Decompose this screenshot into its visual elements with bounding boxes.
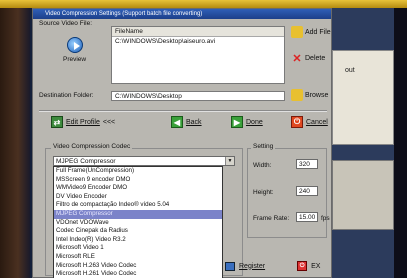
background-window-label: out bbox=[345, 67, 355, 74]
setting-group-title: Setting bbox=[251, 143, 276, 150]
video-compression-dialog: Video Compression Settings (Support batc… bbox=[32, 8, 332, 278]
height-label: Height: bbox=[253, 189, 274, 196]
footer-bar: Register ⏻ EX bbox=[225, 261, 320, 271]
codec-option[interactable]: MJPEG Compressor bbox=[54, 209, 222, 219]
back-label: Back bbox=[186, 118, 202, 126]
codec-option[interactable]: Microsoft H.261 Video Codec bbox=[54, 270, 222, 278]
frame-rate-unit: fps bbox=[321, 215, 330, 222]
source-video-label: Source Video File: bbox=[39, 20, 92, 27]
exit-icon[interactable]: ⏻ bbox=[297, 261, 308, 271]
source-file-list[interactable]: FileName C:\WINDOWS\Desktop\aiseuro.avi bbox=[111, 26, 285, 84]
codec-option[interactable]: VDOnet VDOWave bbox=[54, 219, 222, 228]
preview-label[interactable]: Preview bbox=[63, 56, 86, 63]
width-field[interactable]: 320 bbox=[296, 159, 318, 169]
delete-button[interactable]: ✕ Delete bbox=[291, 52, 325, 65]
add-file-button[interactable]: Add File bbox=[291, 26, 331, 38]
add-file-label: Add File bbox=[305, 28, 331, 36]
codec-option[interactable]: Codec Cinepak da Radius bbox=[54, 227, 222, 236]
browse-button[interactable]: Browse bbox=[291, 89, 328, 101]
window-title: Video Compression Settings (Support batc… bbox=[33, 9, 331, 19]
codec-option[interactable]: Full Frame(UnCompression) bbox=[54, 167, 222, 176]
frame-rate-field[interactable]: 15.00 bbox=[296, 212, 318, 222]
folder-icon bbox=[291, 89, 303, 101]
codec-dropdown-list[interactable]: Full Frame(UnCompression) MSScreen 9 enco… bbox=[53, 166, 223, 278]
divider bbox=[39, 110, 327, 111]
codec-option[interactable]: MSScreen 9 encoder DMO bbox=[54, 176, 222, 185]
cancel-button[interactable]: ⏻ Cancel bbox=[291, 116, 328, 128]
width-label: Width: bbox=[253, 162, 272, 169]
cancel-icon: ⏻ bbox=[291, 116, 303, 128]
frame-rate-label: Frame Rate: bbox=[253, 215, 290, 222]
done-arrow-icon: ▶ bbox=[231, 116, 243, 128]
delete-icon: ✕ bbox=[292, 53, 302, 65]
desktop-right-edge bbox=[394, 8, 407, 278]
cancel-label: Cancel bbox=[306, 118, 328, 126]
delete-label: Delete bbox=[305, 55, 326, 62]
exit-button[interactable]: EX bbox=[311, 263, 320, 270]
register-button[interactable]: Register bbox=[239, 263, 265, 270]
done-button[interactable]: ▶ Done bbox=[231, 116, 263, 128]
edit-profile-button[interactable]: ⇄ Edit Profile <<< bbox=[51, 116, 115, 128]
folder-add-icon bbox=[291, 26, 303, 38]
register-icon bbox=[225, 261, 235, 271]
codec-option[interactable]: Microsoft RLE bbox=[54, 253, 222, 262]
background-panel bbox=[332, 160, 394, 230]
file-list-item[interactable]: C:\WINDOWS\Desktop\aiseuro.avi bbox=[112, 37, 284, 47]
back-button[interactable]: ◀ Back bbox=[171, 116, 202, 128]
edit-profile-label: Edit Profile bbox=[66, 118, 100, 126]
background-window: out bbox=[332, 50, 394, 145]
destination-folder-field[interactable]: C:\WINDOWS\Desktop bbox=[111, 91, 285, 101]
filename-column-header[interactable]: FileName bbox=[112, 27, 284, 37]
chevron-down-icon[interactable]: ▼ bbox=[225, 157, 234, 165]
codec-option[interactable]: Microsoft Video 1 bbox=[54, 244, 222, 253]
back-arrow-icon: ◀ bbox=[171, 116, 183, 128]
destination-folder-label: Destination Folder: bbox=[39, 92, 94, 99]
codec-select[interactable]: MJPEG Compressor ▼ bbox=[53, 156, 235, 166]
codec-group-title: Video Compression Codec bbox=[51, 143, 133, 150]
codec-option[interactable]: DV Video Encoder bbox=[54, 193, 222, 202]
codec-selected-value: MJPEG Compressor bbox=[56, 158, 116, 165]
edit-profile-arrows: <<< bbox=[102, 118, 116, 126]
preview-icon[interactable] bbox=[67, 37, 83, 53]
height-field[interactable]: 240 bbox=[296, 186, 318, 196]
codec-option[interactable]: WMVideo9 Encoder DMO bbox=[54, 184, 222, 193]
codec-option[interactable]: Intel Indeo(R) Video R3.2 bbox=[54, 236, 222, 245]
done-label: Done bbox=[246, 118, 263, 126]
desktop-top-strip bbox=[0, 0, 407, 8]
codec-option[interactable]: Filtro de compactação Indeo® vídeo 5.04 bbox=[54, 201, 222, 210]
desktop-left-region bbox=[0, 8, 30, 278]
codec-option[interactable]: Microsoft H.263 Video Codec bbox=[54, 262, 222, 271]
edit-profile-icon: ⇄ bbox=[51, 116, 63, 128]
browse-label: Browse bbox=[305, 91, 329, 99]
